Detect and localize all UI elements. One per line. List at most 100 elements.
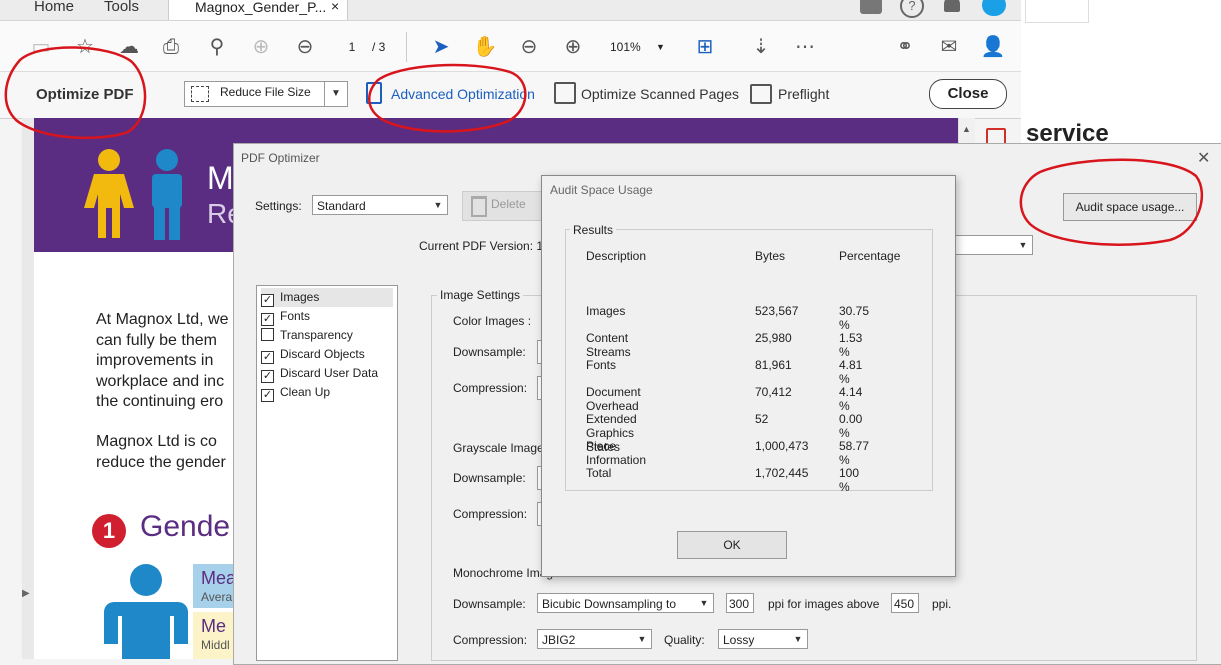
close-button[interactable]: Close	[929, 79, 1007, 109]
zoom-search-icon[interactable]: ⚲	[204, 34, 230, 60]
zoom-level-select[interactable]: 101% ▼	[610, 37, 670, 57]
settings-select[interactable]: Standard ▼	[312, 195, 448, 215]
current-pdf-version: Current PDF Version: 1.5	[419, 239, 554, 253]
page-number-input[interactable]: 1	[338, 37, 366, 57]
ok-button[interactable]: OK	[677, 531, 787, 559]
avatar[interactable]	[982, 0, 1006, 16]
grayscale-compression-label: Compression:	[453, 507, 528, 521]
zoom-value: 101%	[610, 40, 641, 54]
select-cursor-icon[interactable]: ➤	[428, 34, 454, 60]
row-bytes: 523,567	[755, 304, 799, 318]
row-percentage: 1.53 %	[839, 331, 863, 359]
panel-item-discard-objects[interactable]: ✓ Discard Objects	[261, 345, 393, 364]
comment-icon[interactable]	[860, 0, 882, 14]
search-input[interactable]	[1025, 0, 1089, 23]
section-heading: Gende	[140, 510, 231, 543]
zoom-in-icon[interactable]: ⊕	[560, 34, 586, 60]
panel-item-images[interactable]: ✓ Images	[261, 288, 393, 307]
quality-label: Quality:	[664, 633, 705, 647]
zoom-out-icon[interactable]: ⊖	[516, 34, 542, 60]
row-bytes: 70,412	[755, 385, 792, 399]
para1-line: the continuing ero	[96, 393, 224, 410]
panel-item-label: Transparency	[280, 328, 353, 342]
chevron-down-icon: ▼	[699, 598, 709, 608]
advanced-optimization-icon	[366, 82, 382, 104]
color-compression-label: Compression:	[453, 381, 528, 395]
page-fit-icon[interactable]: ⊞	[692, 34, 718, 60]
checkbox-checked-icon[interactable]: ✓	[261, 389, 274, 402]
chevron-down-icon: ▼	[1018, 240, 1028, 250]
checkbox-checked-icon[interactable]: ✓	[261, 294, 274, 307]
optimize-scanned-pages-button[interactable]: Optimize Scanned Pages	[581, 86, 739, 102]
chevron-down-icon[interactable]: ▼	[324, 82, 347, 106]
header-description: Description	[586, 249, 647, 263]
reduce-file-size-button[interactable]: Reduce File Size ▼	[184, 81, 348, 107]
add-user-icon[interactable]: 👤	[980, 34, 1006, 60]
pdf-optimizer-title: PDF Optimizer	[241, 151, 320, 165]
panel-item-fonts[interactable]: ✓ Fonts	[261, 307, 393, 326]
stat-box-mean-sub: Avera	[201, 590, 233, 604]
previous-page-icon[interactable]: ⊕	[248, 34, 274, 60]
scroll-mode-icon[interactable]: ⇣	[748, 34, 774, 60]
panel-item-label: Discard Objects	[280, 347, 365, 361]
panel-item-label: Images	[280, 290, 320, 304]
audit-space-usage-button[interactable]: Audit space usage...	[1063, 193, 1197, 221]
grayscale-downsample-label: Downsample:	[453, 471, 526, 485]
document-tab[interactable]: Magnox_Gender_P... ×	[168, 0, 348, 20]
close-tab-icon[interactable]: ×	[331, 0, 339, 14]
preflight-button[interactable]: Preflight	[778, 86, 829, 102]
email-icon[interactable]: ✉	[936, 34, 962, 60]
section-number-badge: 1	[92, 514, 126, 548]
bell-icon[interactable]	[944, 0, 960, 12]
checkbox-checked-icon[interactable]: ✓	[261, 370, 274, 383]
person-figure-illustration	[104, 564, 188, 659]
mono-downsample-select[interactable]: Bicubic Downsampling to ▼	[537, 593, 714, 613]
help-icon[interactable]: ?	[900, 0, 924, 18]
page-total: / 3	[372, 40, 386, 54]
stat-box-median-title: Me	[201, 616, 227, 636]
advanced-optimization-button[interactable]: Advanced Optimization	[391, 86, 535, 102]
panel-expand-icon[interactable]: ▶	[22, 588, 30, 599]
hand-tool-icon[interactable]: ✋	[472, 34, 498, 60]
panel-item-discard-user-data[interactable]: ✓ Discard User Data	[261, 364, 393, 383]
ppi-label: ppi.	[932, 597, 952, 611]
stat-box-median-sub: Middl	[201, 638, 230, 652]
row-description: Fonts	[586, 358, 617, 372]
home-tab[interactable]: Home	[34, 0, 74, 15]
tools-tab[interactable]: Tools	[104, 0, 139, 15]
checkbox-checked-icon[interactable]: ✓	[261, 351, 274, 364]
print-icon[interactable]: ⎙	[158, 34, 184, 60]
delete-label: Delete	[491, 197, 526, 211]
panel-item-label: Discard User Data	[280, 366, 379, 380]
body-paragraph-2: Magnox Ltd is co reduce the gender	[96, 432, 226, 473]
more-tools-icon[interactable]: ⋯	[792, 34, 818, 60]
make-compatible-select[interactable]: ▼	[954, 235, 1033, 255]
preflight-icon	[750, 84, 772, 104]
mono-ppi-input[interactable]: 300	[726, 593, 754, 613]
save-icon[interactable]: ▭	[28, 34, 54, 60]
row-percentage: 4.14 %	[839, 385, 863, 413]
ppi-above-label: ppi for images above	[768, 597, 880, 611]
row-percentage: 4.81 %	[839, 358, 863, 386]
checkbox-unchecked-icon[interactable]	[261, 328, 274, 341]
top-tab-bar: Home Tools Magnox_Gender_P... × ?	[0, 0, 1021, 21]
upload-cloud-icon[interactable]: ☁	[116, 34, 142, 60]
para1-line: can fully be them	[96, 331, 217, 349]
mono-compression-select[interactable]: JBIG2 ▼	[537, 629, 652, 649]
scroll-up-icon[interactable]: ▲	[962, 124, 971, 134]
mono-above-input[interactable]: 450	[891, 593, 919, 613]
quality-select[interactable]: Lossy ▼	[718, 629, 808, 649]
panel-item-transparency[interactable]: Transparency	[261, 326, 393, 345]
checkbox-checked-icon[interactable]: ✓	[261, 313, 274, 326]
delete-button[interactable]: Delete	[462, 191, 546, 221]
color-downsample-label: Downsample:	[453, 345, 526, 359]
image-settings-title: Image Settings	[437, 288, 524, 302]
row-percentage: 58.77 %	[839, 439, 870, 467]
reduce-file-size-label: Reduce File Size	[220, 85, 311, 99]
next-page-icon[interactable]: ⊖	[292, 34, 318, 60]
bookmark-star-icon[interactable]: ☆	[72, 34, 98, 60]
close-icon[interactable]: ✕	[1197, 148, 1210, 168]
panel-item-clean-up[interactable]: ✓ Clean Up	[261, 383, 393, 402]
share-link-icon[interactable]: ⚭	[892, 34, 918, 60]
trash-icon	[471, 196, 487, 217]
